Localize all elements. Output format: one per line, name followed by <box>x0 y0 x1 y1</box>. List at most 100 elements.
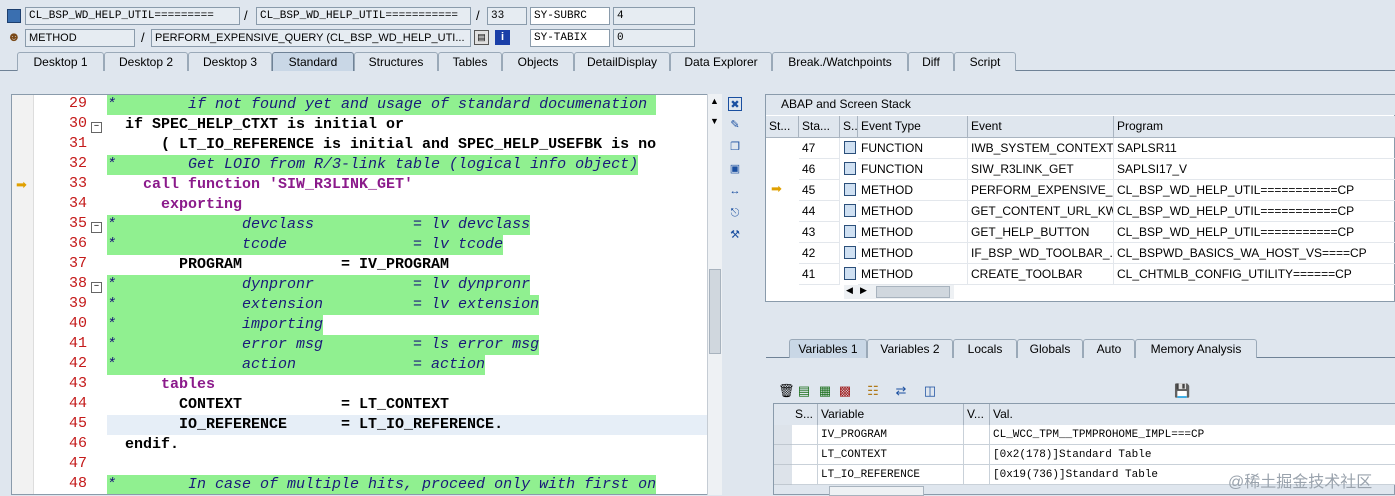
stack-program[interactable]: CL_BSP_WD_HELP_UTIL===========CP <box>1114 180 1395 201</box>
var-change[interactable] <box>964 425 990 445</box>
expand-icon[interactable]: ✖ <box>728 97 742 111</box>
var-status[interactable] <box>792 445 818 465</box>
stack-event[interactable]: GET_CONTENT_URL_KW <box>968 201 1114 222</box>
var-value[interactable]: CL_WCC_TPM__TPMPROHOME_IMPL===CP <box>990 425 1395 445</box>
var-status[interactable] <box>792 465 818 485</box>
stack-level[interactable]: 44 <box>799 201 840 222</box>
structure-icon[interactable]: ☷ <box>865 383 881 399</box>
info-icon[interactable]: i <box>495 30 510 45</box>
var-name[interactable]: IV_PROGRAM <box>818 425 964 445</box>
sysvar-name-1[interactable]: SY-SUBRC <box>530 7 610 25</box>
row-selector[interactable] <box>774 425 792 445</box>
var-value[interactable]: [0x2(178)]Standard Table <box>990 445 1395 465</box>
stack-event-type[interactable]: METHOD <box>858 180 968 201</box>
var-change[interactable] <box>964 445 990 465</box>
var-change[interactable] <box>964 465 990 485</box>
stack-col-header[interactable]: Event Type <box>858 116 968 138</box>
event-type-field[interactable]: METHOD <box>25 29 135 47</box>
var-col-header[interactable]: Val. <box>990 404 1395 426</box>
tab-desktop-2[interactable]: Desktop 2 <box>104 52 188 71</box>
stack-event[interactable]: CREATE_TOOLBAR <box>968 264 1114 285</box>
stack-event[interactable]: IWB_SYSTEM_CONTEXT... <box>968 138 1114 159</box>
copy-icon[interactable]: ❐ <box>728 140 742 154</box>
stack-program[interactable]: SAPLSI17_V <box>1114 159 1395 180</box>
program-field[interactable]: CL_BSP_WD_HELP_UTIL=========== <box>256 7 471 25</box>
var-col-header[interactable]: V... <box>964 404 990 426</box>
stack-event-type[interactable]: METHOD <box>858 243 968 264</box>
scroll-up-icon[interactable]: ▲ <box>710 96 719 106</box>
class-name-field[interactable]: CL_BSP_WD_HELP_UTIL========= <box>25 7 240 25</box>
stack-level[interactable]: 45 <box>799 180 840 201</box>
delete-icon[interactable]: 🗑 <box>778 383 795 399</box>
tab-desktop-1[interactable]: Desktop 1 <box>17 52 104 71</box>
stack-event[interactable]: PERFORM_EXPENSIVE_Q... <box>968 180 1114 201</box>
scroll-thumb[interactable] <box>709 269 721 354</box>
stack-horizontal-scrollbar[interactable]: ◀ ▶ <box>844 285 954 299</box>
scroll-thumb[interactable] <box>876 286 950 298</box>
sysvar-name-2[interactable]: SY-TABIX <box>530 29 610 47</box>
scroll-left-icon[interactable]: ◀ <box>846 285 853 296</box>
stack-event-type[interactable]: METHOD <box>858 264 968 285</box>
stack-col-header[interactable]: S... <box>840 116 858 138</box>
tab-variables-1[interactable]: Variables 1 <box>789 339 867 358</box>
stack-program[interactable]: CL_BSP_WD_HELP_UTIL===========CP <box>1114 222 1395 243</box>
stack-event-type[interactable]: METHOD <box>858 222 968 243</box>
line-number-field[interactable]: 33 <box>487 7 527 25</box>
stack-level[interactable]: 43 <box>799 222 840 243</box>
stack-event[interactable]: GET_HELP_BUTTON <box>968 222 1114 243</box>
stack-col-header[interactable]: Sta... <box>799 116 840 138</box>
move-icon[interactable]: ⇄ <box>893 383 909 399</box>
tab-locals[interactable]: Locals <box>953 339 1017 358</box>
sysvar-value-2[interactable]: 0 <box>613 29 695 47</box>
stack-event-type[interactable]: FUNCTION <box>858 159 968 180</box>
stack-level[interactable]: 46 <box>799 159 840 180</box>
var-status[interactable] <box>792 425 818 445</box>
display-object-icon[interactable]: ▤ <box>474 30 489 45</box>
stack-col-header[interactable]: Program <box>1114 116 1395 138</box>
tab-data-explorer[interactable]: Data Explorer <box>670 52 772 71</box>
editor-vertical-scrollbar[interactable]: ▲ ▼ <box>707 94 722 495</box>
scroll-right-icon[interactable]: ▶ <box>860 285 867 296</box>
var-name[interactable]: LT_CONTEXT <box>818 445 964 465</box>
fold-toggle-icon[interactable]: – <box>91 222 102 233</box>
stack-program[interactable]: SAPLSR11 <box>1114 138 1395 159</box>
new-breakpoint-icon[interactable]: ✎ <box>728 118 742 132</box>
tab-auto[interactable]: Auto <box>1083 339 1135 358</box>
stack-program[interactable]: CL_BSPWD_BASICS_WA_HOST_VS====CP <box>1114 243 1395 264</box>
scroll-down-icon[interactable]: ▼ <box>710 116 719 126</box>
row-selector[interactable] <box>774 445 792 465</box>
var-col-header[interactable]: S... <box>792 404 818 426</box>
var-col-header[interactable]: Variable <box>818 404 964 426</box>
stack-level[interactable]: 42 <box>799 243 840 264</box>
stack-col-header[interactable]: St... <box>766 116 799 138</box>
save-list-icon[interactable]: ▩ <box>837 383 853 399</box>
stack-event[interactable]: SIW_R3LINK_GET <box>968 159 1114 180</box>
stack-event-type[interactable]: FUNCTION <box>858 138 968 159</box>
tab-standard[interactable]: Standard <box>272 52 354 71</box>
tools-icon[interactable]: ⚒ <box>728 228 742 242</box>
stack-program[interactable]: CL_CHTMLB_CONFIG_UTILITY======CP <box>1114 264 1395 285</box>
fold-toggle-icon[interactable]: – <box>91 282 102 293</box>
sysvar-value-1[interactable]: 4 <box>613 7 695 25</box>
tab-script[interactable]: Script <box>954 52 1016 71</box>
fit-window-icon[interactable]: ▣ <box>728 162 742 176</box>
tab-tables[interactable]: Tables <box>438 52 502 71</box>
var-name[interactable]: LT_IO_REFERENCE <box>818 465 964 485</box>
tab-memory-analysis[interactable]: Memory Analysis <box>1135 339 1257 358</box>
headset-icon[interactable]: ⎋ <box>728 206 742 220</box>
tab-detaildisplay[interactable]: DetailDisplay <box>574 52 670 71</box>
stack-level[interactable]: 47 <box>799 138 840 159</box>
tab-variables-2[interactable]: Variables 2 <box>867 339 953 358</box>
tab-globals[interactable]: Globals <box>1017 339 1083 358</box>
tab-desktop-3[interactable]: Desktop 3 <box>188 52 272 71</box>
event-field[interactable]: PERFORM_EXPENSIVE_QUERY (CL_BSP_WD_HELP_… <box>151 29 471 47</box>
stack-event-type[interactable]: METHOD <box>858 201 968 222</box>
stack-program[interactable]: CL_BSP_WD_HELP_UTIL===========CP <box>1114 201 1395 222</box>
fold-toggle-icon[interactable]: – <box>91 122 102 133</box>
tab-diff[interactable]: Diff <box>908 52 954 71</box>
resize-icon[interactable]: ↔ <box>728 184 742 198</box>
open-icon[interactable]: ◫ <box>922 383 938 399</box>
stack-level[interactable]: 41 <box>799 264 840 285</box>
stack-event[interactable]: IF_BSP_WD_TOOLBAR_... <box>968 243 1114 264</box>
load-icon[interactable]: ▦ <box>817 383 833 399</box>
